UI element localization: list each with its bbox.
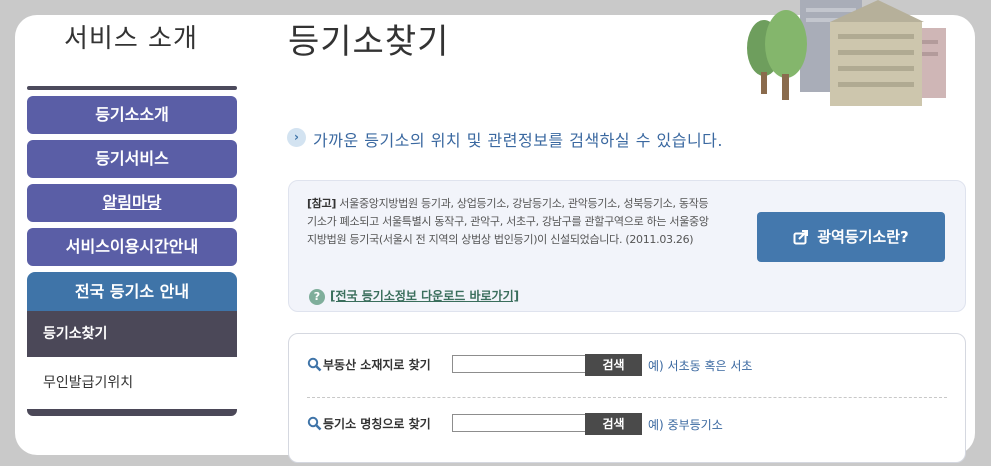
download-registry-info-link[interactable]: [전국 등기소정보 다운로드 바로가기] — [330, 287, 519, 304]
intro-arrow-icon: › — [287, 128, 306, 147]
sidebar-item-registry-intro[interactable]: 등기소소개 — [27, 96, 237, 134]
sidebar-subitem-find-registry[interactable]: 등기소찾기 — [27, 311, 237, 357]
notice-box: [참고] 서울중앙지방법원 등기과, 상업등기소, 강남등기소, 관악등기소, … — [288, 180, 966, 312]
notice-tag: [참고] — [307, 197, 337, 210]
sidebar-bottom-bar — [27, 409, 237, 416]
share-icon — [793, 230, 809, 245]
search-box: 부동산 소재지로 찾기 검색 예) 서초동 혹은 서초 등기소 명칭으로 찾기 … — [288, 333, 966, 463]
page-title: 등기소찾기 — [288, 22, 450, 62]
sidebar-item-national-registry-guide[interactable]: 전국 등기소 안내 — [27, 272, 237, 312]
sidebar-item-notice-board[interactable]: 알림마당 — [27, 184, 237, 222]
sidebar-divider — [27, 86, 237, 90]
regional-registry-button[interactable]: 광역등기소란? — [757, 212, 945, 262]
buildings-illustration — [747, 0, 946, 106]
search-divider — [307, 397, 947, 398]
sidebar-item-registry-services[interactable]: 등기서비스 — [27, 140, 237, 178]
search-icon — [307, 416, 322, 431]
sidebar-subitem-kiosk-location[interactable]: 무인발급기위치 — [27, 357, 237, 409]
name-search-label: 등기소 명칭으로 찾기 — [323, 417, 431, 431]
notice-body: 서울중앙지방법원 등기과, 상업등기소, 강남등기소, 관악등기소, 성북등기소… — [307, 197, 709, 246]
address-search-example: 예) 서초동 혹은 서초 — [648, 359, 753, 373]
name-search-example: 예) 중부등기소 — [648, 418, 723, 432]
address-search-label: 부동산 소재지로 찾기 — [323, 358, 431, 372]
help-icon: ? — [309, 289, 325, 305]
address-search-input[interactable] — [452, 355, 586, 373]
regional-registry-button-label: 광역등기소란? — [817, 228, 909, 246]
sidebar-title: 서비스 소개 — [64, 24, 198, 54]
sidebar-item-notice-board-label: 알림마당 — [102, 193, 162, 212]
notice-text: [참고] 서울중앙지방법원 등기과, 상업등기소, 강남등기소, 관악등기소, … — [307, 195, 713, 249]
name-search-input[interactable] — [452, 414, 586, 432]
intro-text: 가까운 등기소의 위치 및 관련정보를 검색하실 수 있습니다. — [313, 131, 723, 150]
address-search-button[interactable]: 검색 — [585, 354, 642, 376]
search-icon — [307, 357, 322, 372]
name-search-button[interactable]: 검색 — [585, 413, 642, 435]
sidebar-item-service-hours[interactable]: 서비스이용시간안내 — [27, 228, 237, 266]
